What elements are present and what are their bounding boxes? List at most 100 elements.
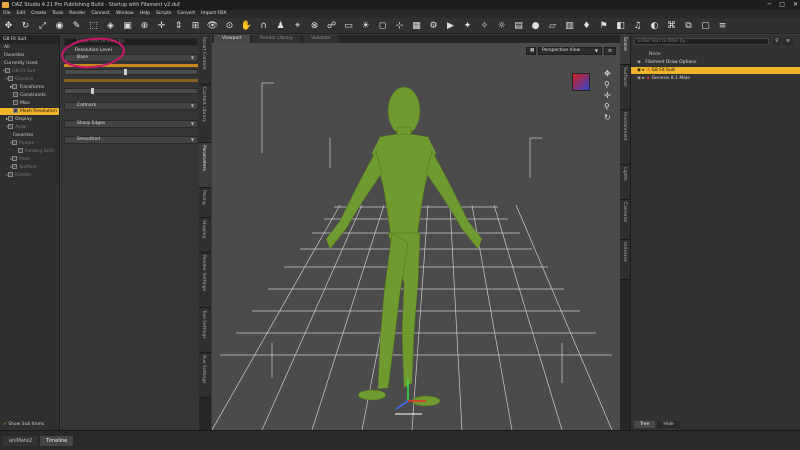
distant-light-icon[interactable]: ☼ <box>496 20 507 31</box>
tree-item[interactable]: ▸ Transforms <box>0 84 59 92</box>
render-icon[interactable]: ▶ <box>445 20 456 31</box>
menu-window[interactable]: Window <box>116 10 134 18</box>
scene-node-row-selected[interactable]: ◉ ▸ ⚠ G8 Fit Suit <box>631 67 800 74</box>
tab-surfaces[interactable]: Surfaces <box>620 65 630 110</box>
tree-item[interactable]: Favorites <box>0 132 59 140</box>
search-icon[interactable]: ⚲ <box>773 38 781 45</box>
tree-item[interactable]: ▾ People <box>0 140 59 148</box>
menu-scripts[interactable]: Scripts <box>156 10 171 18</box>
panel-menu-icon[interactable]: ≡ <box>783 38 793 45</box>
close-button[interactable]: ✕ <box>793 0 798 10</box>
tree-item[interactable]: Currently Used <box>0 60 59 68</box>
slider-b[interactable] <box>64 88 198 94</box>
tab-environment[interactable]: Environment <box>620 110 630 165</box>
tab-aux-settings[interactable]: Aux Settings <box>199 353 211 398</box>
show-sub-items-toggle[interactable]: ✓ Show Sub Items <box>0 420 60 430</box>
sphere-icon[interactable]: ● <box>530 20 541 31</box>
point-light-icon[interactable]: ✧ <box>479 20 490 31</box>
tab-render-library[interactable]: Render Library <box>251 35 302 43</box>
tab-cameras[interactable]: Cameras <box>620 200 630 240</box>
tree-item[interactable]: ▸ Display <box>0 116 59 124</box>
tab-viewport[interactable]: Viewport <box>214 35 250 43</box>
scene-icon[interactable]: ⊗ <box>309 20 320 31</box>
more-icon[interactable]: ≡ <box>717 20 728 31</box>
menu-edit[interactable]: Edit <box>17 10 26 18</box>
sound-icon[interactable]: ♫ <box>632 20 643 31</box>
pin-icon[interactable]: ⚑ <box>598 20 609 31</box>
tag-icon[interactable]: ♦ <box>581 20 592 31</box>
spot-render-icon[interactable]: ⊙ <box>224 20 235 31</box>
zoom-icon[interactable]: ⚲ <box>604 79 611 90</box>
tree-item[interactable]: ▾ Actor <box>0 124 59 132</box>
tab-posing[interactable]: Posing <box>199 188 211 218</box>
measure-icon[interactable]: ⊞ <box>190 20 201 31</box>
surface-selection-icon[interactable]: ⬚ <box>88 20 99 31</box>
scene-search-input[interactable]: Enter text to filter by... <box>634 38 769 45</box>
viewport-menu-icon[interactable]: ≡ <box>604 47 616 55</box>
bookmark-icon[interactable]: ◧ <box>615 20 626 31</box>
tab-smart-content[interactable]: Smart Content <box>199 35 211 85</box>
3d-viewport[interactable]: ▦ Perspective View ▼ ≡ ✥ ⚲ ✛ ⚲ ↻ <box>211 43 620 431</box>
slider-knob[interactable] <box>91 88 94 94</box>
pan-icon[interactable]: ✛ <box>604 90 611 101</box>
tree-item[interactable]: ▸ Surface <box>0 164 59 172</box>
spot-light-icon[interactable]: ✦ <box>462 20 473 31</box>
scene-node-row[interactable]: ◉ Filament Draw Options <box>631 59 800 66</box>
joint-editor-icon[interactable]: ⊕ <box>139 20 150 31</box>
eye-icon[interactable]: 👁 <box>207 20 218 31</box>
scene-node-row[interactable]: ◉ ▸ ♟ Genesis 8.1 Male <box>631 75 800 82</box>
maximize-button[interactable]: □ <box>779 0 785 10</box>
orbit-icon[interactable]: ✥ <box>604 68 611 79</box>
node-weight-icon[interactable]: ✎ <box>71 20 82 31</box>
transform-icon[interactable]: ⇕ <box>173 20 184 31</box>
iray-icon[interactable]: ◐ <box>649 20 660 31</box>
tree-item[interactable]: ▸ Hidden <box>0 172 59 180</box>
tab-lights[interactable]: Lights <box>620 165 630 200</box>
translate-icon[interactable]: ✛ <box>156 20 167 31</box>
rotate-icon[interactable]: ↻ <box>20 20 31 31</box>
figure-icon[interactable]: ♟ <box>275 20 286 31</box>
pose-icon[interactable]: ✋ <box>241 20 252 31</box>
primitive-icon[interactable]: ◻ <box>377 20 388 31</box>
tree-item-mesh-resolution[interactable]: Mesh Resolution <box>0 108 59 116</box>
tab-render-settings[interactable]: Render Settings <box>199 253 211 308</box>
menu-connect[interactable]: Connect <box>91 10 110 18</box>
grid-icon[interactable]: ▥ <box>564 20 575 31</box>
scale-icon[interactable]: ⤢ <box>37 20 48 31</box>
tab-shaping[interactable]: Shaping <box>199 218 211 253</box>
tree-item[interactable]: ▸ Pose <box>0 156 59 164</box>
magnet-icon[interactable]: ∩ <box>258 20 269 31</box>
expand-icon[interactable]: ▸ <box>642 76 644 81</box>
render-settings-icon[interactable]: ⚙ <box>428 20 439 31</box>
script-icon[interactable]: ⌘ <box>666 20 677 31</box>
tab-content-library[interactable]: Content Library <box>199 85 211 143</box>
tab-validator[interactable]: Validator <box>303 35 340 43</box>
camera-select[interactable]: Perspective View ▼ <box>538 47 602 55</box>
view-cube-icon[interactable] <box>572 73 590 91</box>
cube-icon[interactable]: ▤ <box>513 20 524 31</box>
edge-interpolation-select[interactable]: Sharp Edges ▼ <box>64 120 198 128</box>
active-pose-icon[interactable]: ◉ <box>54 20 65 31</box>
tree-item[interactable]: Fantasy SciFi <box>0 148 59 156</box>
menu-help[interactable]: Help <box>140 10 150 18</box>
dforce-icon[interactable]: ☍ <box>326 20 337 31</box>
menu-create[interactable]: Create <box>31 10 46 18</box>
tab-timeline[interactable]: Timeline <box>40 436 74 446</box>
tab-tree[interactable]: Tree <box>634 421 656 428</box>
tree-item[interactable]: Misc <box>0 100 59 108</box>
region-nav-icon[interactable]: ▣ <box>122 20 133 31</box>
window-icon[interactable]: ▢ <box>700 20 711 31</box>
normal-smoothing-select[interactable]: Smoothed ▼ <box>64 136 198 144</box>
frame-icon[interactable]: ↻ <box>604 112 611 123</box>
tree-item[interactable]: Favorites <box>0 52 59 60</box>
menu-tools[interactable]: Tools <box>52 10 63 18</box>
group-icon[interactable]: ▦ <box>411 20 422 31</box>
subdivision-algorithm-select[interactable]: Catmark ▼ <box>64 102 198 110</box>
tree-item[interactable]: ▾ G8 Fit Suit <box>0 68 59 76</box>
tab-scene[interactable]: Scene <box>620 35 630 65</box>
menu-convert[interactable]: Convert <box>177 10 195 18</box>
light-icon[interactable]: ☀ <box>360 20 371 31</box>
menu-import-fbx[interactable]: Import FBX <box>201 10 226 18</box>
tree-item[interactable]: ▾ General <box>0 76 59 84</box>
dolly-icon[interactable]: ⚲ <box>604 101 611 112</box>
